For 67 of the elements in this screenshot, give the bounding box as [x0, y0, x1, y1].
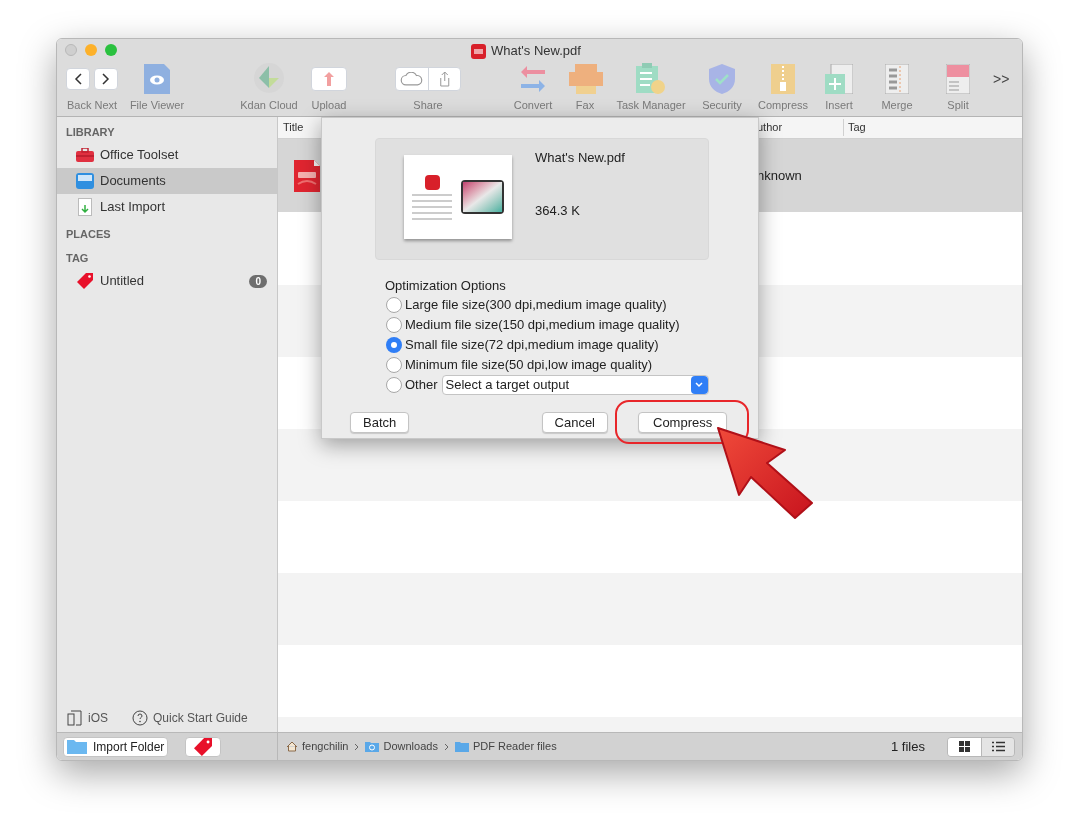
file-size: 364.3 K — [535, 201, 581, 220]
dialog-button[interactable]: Batch — [350, 412, 410, 433]
radio-option[interactable]: Large file size(300 dpi,medium image quality) — [386, 295, 667, 315]
download-page-icon — [78, 198, 92, 216]
zoom-window-control[interactable] — [105, 44, 117, 56]
sidebar-item[interactable]: Untitled 0 — [57, 268, 277, 294]
file-count: 1 files — [891, 737, 925, 756]
add-tag-button[interactable] — [185, 736, 222, 757]
more-tools-button[interactable]: >> — [993, 69, 1010, 90]
dialog-button[interactable]: Compress — [638, 412, 727, 433]
file-name: What's New.pdf — [535, 149, 625, 167]
toolbar-label: Back Next — [66, 98, 118, 113]
radio-option[interactable]: Medium file size(150 dpi,medium image quality) — [386, 315, 680, 335]
phone-tablet-icon — [67, 710, 83, 726]
options-heading: Optimization Options — [385, 277, 507, 295]
help-icon — [132, 710, 148, 726]
column-header: Title — [282, 120, 305, 136]
list-view-button[interactable] — [981, 737, 1014, 756]
app-logo-icon — [471, 43, 486, 59]
fax-machine-icon — [567, 64, 603, 94]
tray-icon — [76, 173, 94, 189]
list-icon — [991, 741, 1005, 752]
sidebar-heading: LIBRARY — [66, 125, 116, 140]
back-button[interactable] — [66, 68, 90, 90]
download-folder-icon — [365, 741, 380, 752]
cloud-and-share-icon — [395, 67, 461, 91]
path-segment[interactable]: PDF Reader files — [454, 738, 557, 755]
merged-pages-icon — [885, 64, 909, 94]
zipper-file-icon — [771, 64, 795, 94]
shield-check-icon — [709, 64, 735, 94]
sidebar-footer-link[interactable]: iOS — [67, 709, 108, 727]
grid-view-button[interactable] — [948, 737, 981, 756]
dialog-button[interactable]: Cancel — [541, 412, 608, 433]
sidebar-item[interactable]: Last Import — [57, 194, 277, 220]
folder-icon — [454, 741, 469, 752]
chevron-right-icon — [102, 73, 110, 85]
two-arrows-icon — [519, 64, 547, 94]
sidebar-footer-link[interactable]: Quick Start Guide — [132, 709, 248, 727]
page-plus-icon — [825, 64, 853, 94]
folder-icon — [67, 739, 87, 754]
split-page-icon — [946, 64, 970, 94]
chevron-left-icon — [74, 73, 82, 85]
radio-option[interactable]: Other — [386, 375, 438, 395]
eye-document-icon — [144, 64, 170, 94]
sidebar-heading: PLACES — [66, 227, 112, 242]
chevron-down-icon — [695, 382, 703, 388]
tag-icon — [77, 273, 93, 289]
sidebar-item[interactable]: Office Toolset — [57, 142, 277, 168]
house-icon — [286, 741, 298, 752]
window-title: What's New.pdf — [491, 42, 581, 61]
toolbox-icon — [76, 148, 94, 162]
tag-icon — [193, 737, 214, 756]
count-badge: 0 — [249, 274, 267, 288]
chevron-right-icon — [354, 742, 360, 751]
chevron-right-icon — [443, 742, 449, 751]
grid-icon — [959, 741, 970, 752]
path-segment[interactable]: Downloads — [365, 738, 438, 755]
target-output-dropdown[interactable]: Select a target output — [441, 375, 709, 395]
radio-option[interactable]: Minimum file size(50 dpi,low image quality) — [386, 355, 653, 375]
clipboard-clock-icon — [636, 63, 666, 95]
column-header: Tag — [847, 120, 866, 136]
sidebar-item[interactable]: Documents — [57, 168, 277, 194]
sidebar-heading: TAG — [66, 251, 90, 266]
next-button[interactable] — [94, 68, 118, 90]
radio-option[interactable]: Small file size(72 dpi,medium image quality) — [386, 335, 659, 355]
path-segment[interactable]: fengchilin — [286, 738, 349, 755]
import-folder-button[interactable]: Import Folder — [63, 736, 169, 757]
